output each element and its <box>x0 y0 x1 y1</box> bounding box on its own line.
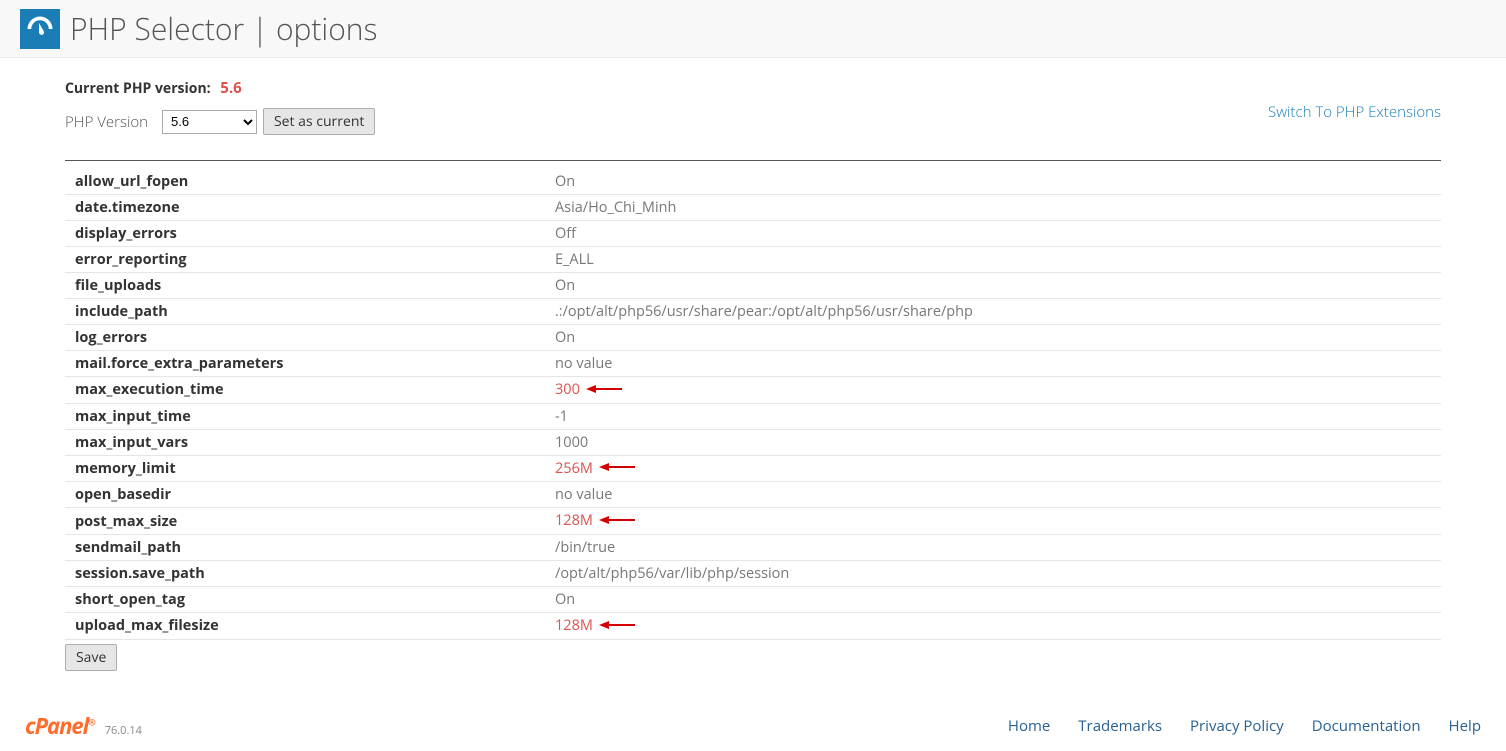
option-row: display_errors Off <box>65 221 1441 247</box>
option-value[interactable]: E_ALL <box>545 247 1441 273</box>
option-value-text[interactable]: On <box>555 590 575 609</box>
footer: cPanel® 76.0.14 Home Trademarks Privacy Po… <box>0 681 1506 751</box>
option-name: log_errors <box>65 325 545 351</box>
gauge-icon <box>25 14 55 44</box>
option-value[interactable]: /opt/alt/php56/var/lib/php/session <box>545 560 1441 586</box>
option-name: memory_limit <box>65 455 545 482</box>
option-row: session.save_path/opt/alt/php56/var/lib/… <box>65 560 1441 586</box>
current-version-value: 5.6 <box>220 78 241 98</box>
option-row: memory_limit 256M <box>65 455 1441 482</box>
option-name: open_basedir <box>65 482 545 508</box>
option-value[interactable]: 128M <box>545 612 1441 639</box>
option-name: include_path <box>65 299 545 325</box>
option-value-text[interactable]: 128M <box>555 511 593 530</box>
option-row: date.timezone Asia/Ho_Chi_Minh <box>65 195 1441 221</box>
option-name: file_uploads <box>65 273 545 299</box>
option-row: post_max_size 128M <box>65 508 1441 535</box>
option-name: post_max_size <box>65 508 545 535</box>
option-row: sendmail_path/bin/true <box>65 534 1441 560</box>
option-value-text[interactable]: no value <box>555 354 612 373</box>
option-value[interactable]: no value <box>545 351 1441 377</box>
option-value[interactable]: 300 <box>545 377 1441 404</box>
option-value-text[interactable]: Off <box>555 224 576 243</box>
footer-link[interactable]: Privacy Policy <box>1190 716 1284 736</box>
option-value[interactable]: .:/opt/alt/php56/usr/share/pear:/opt/alt… <box>545 299 1441 325</box>
php-version-select[interactable]: 5.6 <box>162 110 257 134</box>
option-value[interactable]: no value <box>545 482 1441 508</box>
footer-link[interactable]: Home <box>1008 716 1050 736</box>
option-value[interactable]: /bin/true <box>545 534 1441 560</box>
option-value-text[interactable]: 128M <box>555 616 593 635</box>
option-value-text[interactable]: -1 <box>555 407 568 426</box>
arrow-left-icon <box>599 616 635 635</box>
option-value-text[interactable]: no value <box>555 485 612 504</box>
current-php-version: Current PHP version: 5.6 <box>65 78 1441 98</box>
option-value[interactable]: -1 <box>545 403 1441 429</box>
options-table: allow_url_fopen On date.timezone Asia/Ho_Ch… <box>65 169 1441 640</box>
option-name: max_execution_time <box>65 377 545 404</box>
option-row: open_basedir no value <box>65 482 1441 508</box>
option-value-text[interactable]: On <box>555 172 575 191</box>
footer-version: 76.0.14 <box>105 723 142 738</box>
option-value-text[interactable]: On <box>555 276 575 295</box>
option-name: max_input_time <box>65 403 545 429</box>
option-value-text[interactable]: /opt/alt/php56/var/lib/php/session <box>555 564 789 583</box>
option-row: mail.force_extra_parameters no value <box>65 351 1441 377</box>
php-version-label: PHP Version <box>65 112 148 132</box>
option-value-text[interactable]: E_ALL <box>555 250 594 269</box>
footer-link[interactable]: Trademarks <box>1078 716 1162 736</box>
footer-link[interactable]: Help <box>1449 716 1481 736</box>
option-value[interactable]: On <box>545 586 1441 612</box>
switch-to-extensions-link[interactable]: Switch To PHP Extensions <box>1268 102 1441 122</box>
option-row: error_reporting E_ALL <box>65 247 1441 273</box>
option-name: session.save_path <box>65 560 545 586</box>
option-name: display_errors <box>65 221 545 247</box>
option-value-text[interactable]: 300 <box>555 380 580 399</box>
arrow-left-icon <box>599 458 635 477</box>
version-picker-row: PHP Version 5.6 Set as current Switch To… <box>65 108 1441 161</box>
arrow-left-icon <box>586 380 622 399</box>
option-value[interactable]: On <box>545 169 1441 195</box>
option-row: allow_url_fopen On <box>65 169 1441 195</box>
option-row: file_uploads On <box>65 273 1441 299</box>
option-name: short_open_tag <box>65 586 545 612</box>
option-name: date.timezone <box>65 195 545 221</box>
option-row: include_path .:/opt/alt/php56/usr/share/p… <box>65 299 1441 325</box>
option-row: log_errors On <box>65 325 1441 351</box>
footer-links: Home Trademarks Privacy Policy Documentatio… <box>980 716 1481 736</box>
option-name: sendmail_path <box>65 534 545 560</box>
current-version-label: Current PHP version: <box>65 79 211 98</box>
option-name: allow_url_fopen <box>65 169 545 195</box>
option-name: mail.force_extra_parameters <box>65 351 545 377</box>
option-value-text[interactable]: 1000 <box>555 433 588 452</box>
option-value-text[interactable]: On <box>555 328 575 347</box>
option-value-text[interactable]: 256M <box>555 459 593 478</box>
option-value[interactable]: 256M <box>545 455 1441 482</box>
option-value[interactable]: Asia/Ho_Chi_Minh <box>545 195 1441 221</box>
php-selector-icon <box>20 9 60 49</box>
option-row: short_open_tag On <box>65 586 1441 612</box>
option-row: upload_max_filesize 128M <box>65 612 1441 639</box>
option-value[interactable]: On <box>545 325 1441 351</box>
arrow-left-icon <box>599 511 635 530</box>
option-name: upload_max_filesize <box>65 612 545 639</box>
option-value[interactable]: 128M <box>545 508 1441 535</box>
option-row: max_input_time -1 <box>65 403 1441 429</box>
page-title: PHP Selector | options <box>70 8 378 49</box>
set-as-current-button[interactable]: Set as current <box>263 108 375 135</box>
option-value-text[interactable]: .:/opt/alt/php56/usr/share/pear:/opt/alt… <box>555 302 973 321</box>
option-value-text[interactable]: Asia/Ho_Chi_Minh <box>555 198 676 217</box>
option-value[interactable]: Off <box>545 221 1441 247</box>
option-value[interactable]: On <box>545 273 1441 299</box>
option-name: max_input_vars <box>65 429 545 455</box>
option-value-text[interactable]: /bin/true <box>555 538 615 557</box>
save-button[interactable]: Save <box>65 644 117 671</box>
footer-link[interactable]: Documentation <box>1312 716 1421 736</box>
page-header: PHP Selector | options <box>0 0 1506 58</box>
option-name: error_reporting <box>65 247 545 273</box>
option-value[interactable]: 1000 <box>545 429 1441 455</box>
option-row: max_input_vars 1000 <box>65 429 1441 455</box>
option-row: max_execution_time 300 <box>65 377 1441 404</box>
cpanel-logo: cPanel® <box>25 711 95 741</box>
